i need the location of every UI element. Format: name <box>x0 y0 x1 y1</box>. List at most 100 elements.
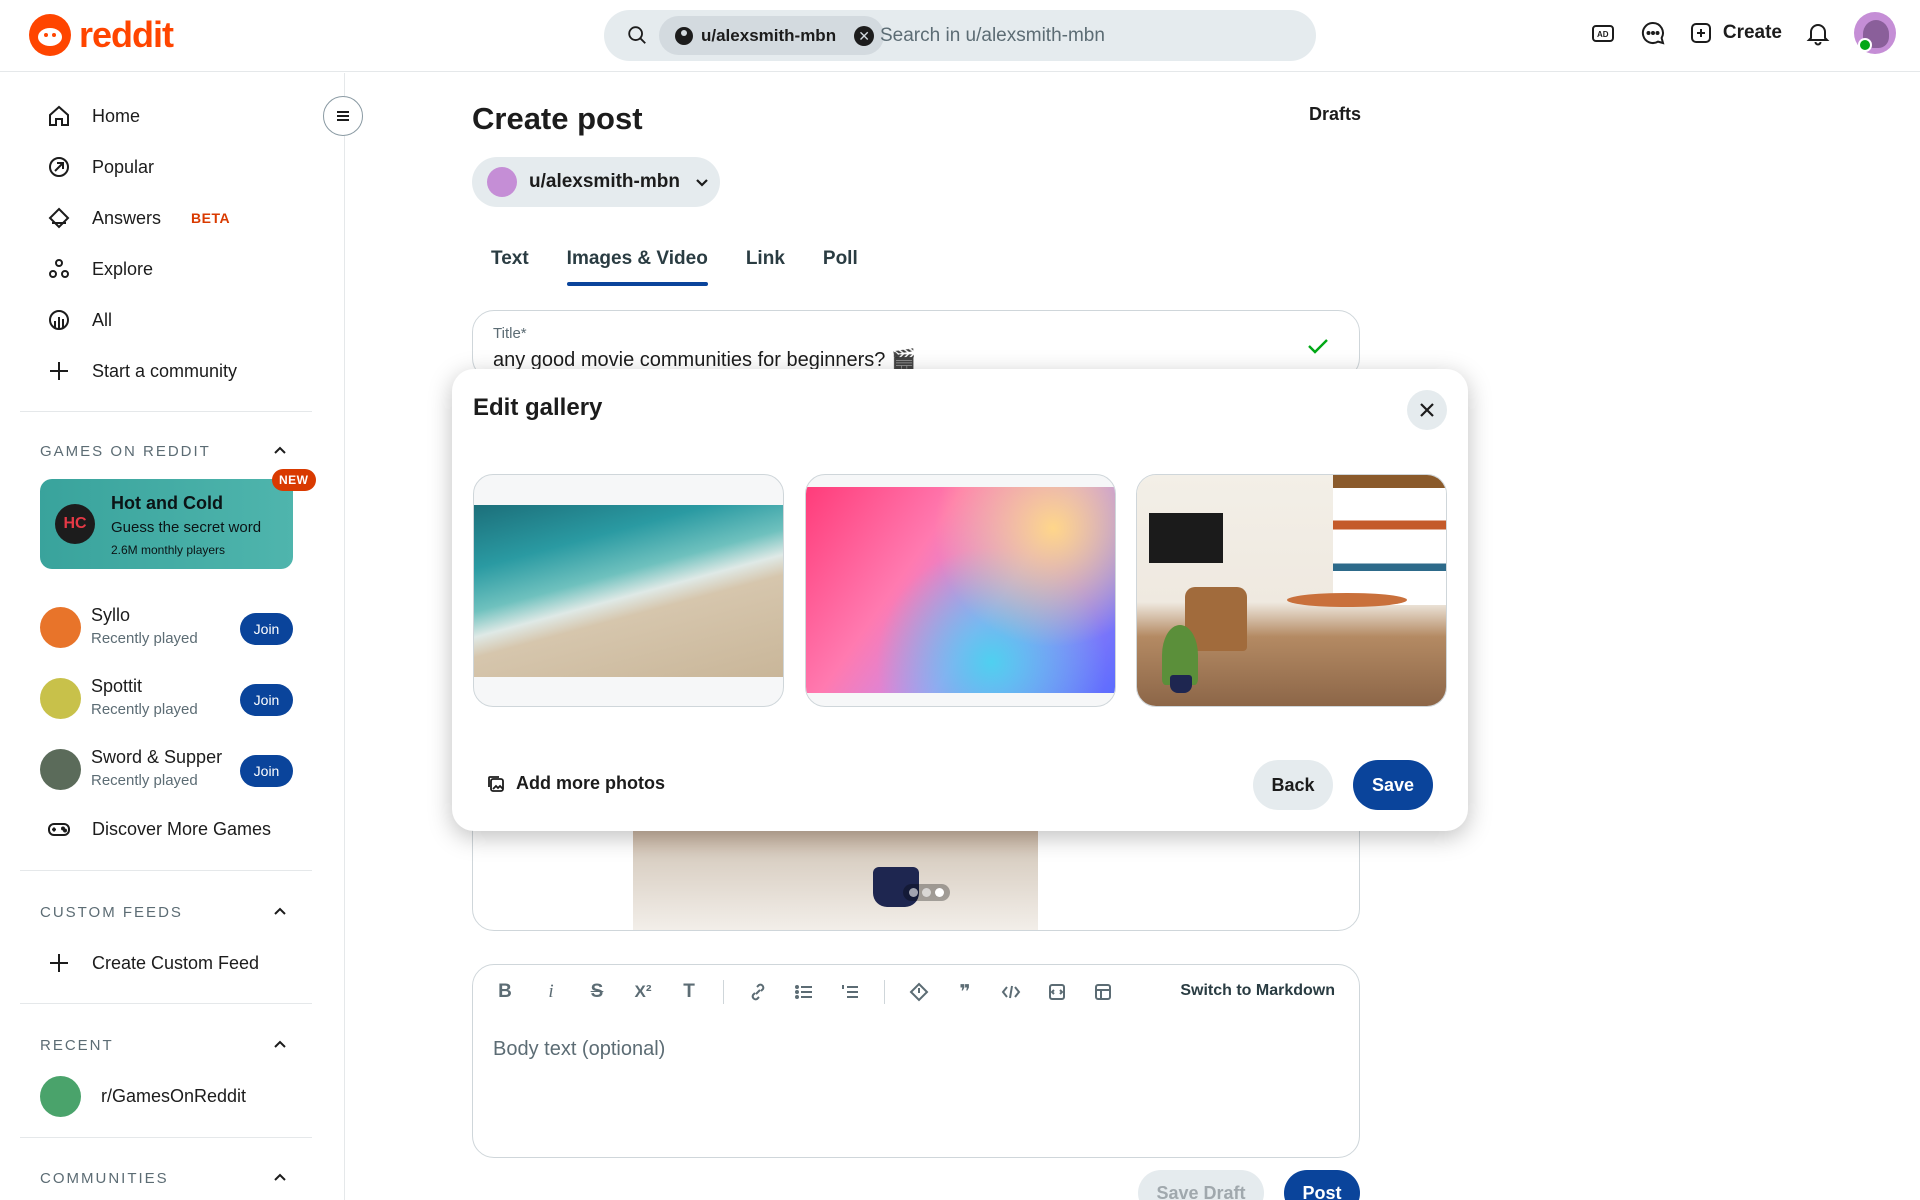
popular-icon <box>46 154 72 180</box>
reddit-snoo-icon <box>29 14 71 56</box>
sidebar-item-start-community[interactable]: Start a community <box>46 358 237 384</box>
formatting-toolbar: B i S X² T ❞ <box>493 980 1115 1004</box>
collapse-sidebar-button[interactable] <box>323 96 363 136</box>
sidebar-item-answers[interactable]: Answers BETA <box>46 205 230 231</box>
games-section-title[interactable]: GAMES ON REDDIT <box>40 443 211 460</box>
left-sidebar: Home Popular Answers BETA Explore All St… <box>0 73 345 1200</box>
join-button[interactable]: Join <box>240 755 293 787</box>
close-modal-button[interactable] <box>1407 390 1447 430</box>
create-button[interactable]: Create <box>1689 21 1782 45</box>
featured-game-players: 2.6M monthly players <box>111 543 226 557</box>
clear-scope-icon[interactable]: ✕ <box>854 25 875 46</box>
gallery-thumbnail-room[interactable] <box>1136 474 1447 707</box>
custom-feeds-section-title[interactable]: CUSTOM FEEDS <box>40 904 183 921</box>
svg-text:AD: AD <box>1597 30 1609 39</box>
community-selector[interactable]: u/alexsmith-mbn <box>472 157 720 207</box>
search-bar[interactable]: u/alexsmith-mbn ✕ Search in u/alexsmith-… <box>604 10 1316 61</box>
game-row-syllo[interactable]: Syllo Recently played Join <box>40 605 293 651</box>
chevron-up-icon[interactable] <box>270 1167 290 1187</box>
chat-icon[interactable] <box>1639 19 1667 47</box>
code-block-icon[interactable] <box>1045 980 1069 1004</box>
quote-icon[interactable]: ❞ <box>953 980 977 1004</box>
plus-icon <box>46 358 72 384</box>
create-custom-feed-label: Create Custom Feed <box>92 952 260 973</box>
sidebar-item-label: Explore <box>92 258 154 279</box>
plus-square-icon <box>1690 23 1711 43</box>
home-icon <box>46 103 72 129</box>
body-editor[interactable]: B i S X² T ❞ Switch to Markdown Body tex… <box>472 964 1360 1158</box>
join-button[interactable]: Join <box>240 684 293 716</box>
strikethrough-icon[interactable]: S <box>585 980 609 1004</box>
game-meta: Recently played <box>91 630 198 647</box>
search-placeholder[interactable]: Search in u/alexsmith-mbn <box>880 25 1105 47</box>
code-icon[interactable] <box>999 980 1023 1004</box>
search-scope-chip[interactable]: u/alexsmith-mbn ✕ <box>659 16 885 55</box>
save-draft-button[interactable]: Save Draft <box>1138 1170 1264 1200</box>
room-shelf-shape <box>1333 475 1446 605</box>
check-icon <box>1308 339 1328 354</box>
bold-icon[interactable]: B <box>493 980 517 1004</box>
notifications-bell-icon[interactable] <box>1804 19 1832 47</box>
superscript-icon[interactable]: X² <box>631 980 655 1004</box>
logo-text: reddit <box>79 14 174 55</box>
featured-game-card[interactable]: HC Hot and Cold Guess the secret word 2.… <box>40 479 293 569</box>
user-avatar-small <box>487 167 517 197</box>
table-icon[interactable] <box>1091 980 1115 1004</box>
title-field-label: Title* <box>493 325 527 342</box>
tab-link[interactable]: Link <box>727 248 804 286</box>
bulleted-list-icon[interactable] <box>792 980 816 1004</box>
spottit-icon <box>40 678 81 719</box>
sidebar-item-all[interactable]: All <box>46 307 112 333</box>
user-icon <box>675 26 693 45</box>
sidebar-item-label: Popular <box>92 156 155 177</box>
gallery-thumbnail-beach[interactable] <box>473 474 784 707</box>
featured-game-subtitle: Guess the secret word <box>111 519 262 536</box>
room-tv-shape <box>1149 513 1223 563</box>
game-row-spottit[interactable]: Spottit Recently played Join <box>40 676 293 722</box>
italic-icon[interactable]: i <box>539 980 563 1004</box>
advertise-icon[interactable]: AD <box>1589 19 1617 47</box>
recent-section-title[interactable]: RECENT <box>40 1037 114 1054</box>
game-row-sword-and-supper[interactable]: Sword & Supper Recently played Join <box>40 747 293 793</box>
carousel-dots[interactable] <box>903 884 950 901</box>
body-text-input[interactable]: Body text (optional) <box>493 1038 665 1061</box>
sidebar-divider <box>20 1137 312 1138</box>
join-button[interactable]: Join <box>240 613 293 645</box>
header-actions: AD Create <box>1589 12 1896 54</box>
discover-more-games[interactable]: Discover More Games <box>46 816 271 842</box>
add-more-photos-button[interactable]: Add more photos <box>486 773 665 794</box>
switch-to-markdown-button[interactable]: Switch to Markdown <box>1180 982 1335 1000</box>
sidebar-item-popular[interactable]: Popular <box>46 154 154 180</box>
create-custom-feed[interactable]: Create Custom Feed <box>46 950 259 976</box>
sidebar-item-label: All <box>92 309 113 330</box>
drafts-button[interactable]: Drafts <box>1309 104 1361 125</box>
spoiler-icon[interactable] <box>907 980 931 1004</box>
heading-icon[interactable]: T <box>677 980 701 1004</box>
sidebar-item-label: Home <box>92 105 141 126</box>
gallery-thumbnail-gradient[interactable] <box>805 474 1116 707</box>
tab-text[interactable]: Text <box>472 248 548 286</box>
communities-section-title[interactable]: COMMUNITIES <box>40 1170 169 1187</box>
link-icon[interactable] <box>746 980 770 1004</box>
recent-item[interactable]: r/GamesOnReddit <box>40 1076 246 1117</box>
numbered-list-icon[interactable] <box>838 980 862 1004</box>
beach-aerial-image <box>474 505 783 677</box>
tab-poll[interactable]: Poll <box>804 248 877 286</box>
post-button[interactable]: Post <box>1284 1170 1360 1200</box>
reddit-logo[interactable]: reddit <box>29 14 174 56</box>
back-button[interactable]: Back <box>1253 760 1333 810</box>
edit-gallery-modal: Edit gallery Add more photos Back Save <box>452 369 1468 831</box>
sidebar-item-explore[interactable]: Explore <box>46 256 153 282</box>
chevron-up-icon[interactable] <box>270 1034 290 1054</box>
create-label: Create <box>1722 22 1782 43</box>
chevron-up-icon[interactable] <box>270 901 290 921</box>
recent-item-label: r/GamesOnReddit <box>101 1086 247 1106</box>
user-avatar[interactable] <box>1854 12 1896 54</box>
sidebar-item-home[interactable]: Home <box>46 103 140 129</box>
add-photos-icon <box>488 775 504 792</box>
tab-images-video[interactable]: Images & Video <box>548 248 727 286</box>
search-icon <box>628 26 646 44</box>
save-button[interactable]: Save <box>1353 760 1433 810</box>
chevron-up-icon[interactable] <box>270 440 290 460</box>
game-name: Sword & Supper <box>91 747 223 767</box>
